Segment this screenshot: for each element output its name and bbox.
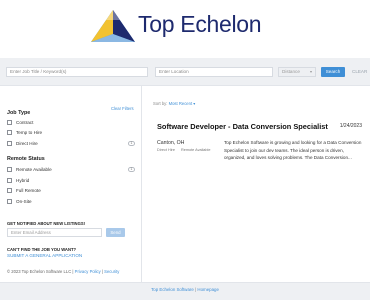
- clear-button[interactable]: CLEAR: [352, 67, 367, 77]
- job-tag: Remote Available: [181, 148, 211, 152]
- remote-status-heading: Remote Status: [7, 156, 45, 162]
- submit-general-application-link[interactable]: SUBMIT A GENERAL APPLICATION: [7, 253, 82, 258]
- job-title-link[interactable]: Software Developer - Data Conversion Spe…: [157, 122, 328, 131]
- top-echelon-logo-icon[interactable]: [88, 8, 138, 46]
- copyright: © 2023 Top Echelon Software LLC | Privac…: [7, 269, 119, 274]
- brand-name[interactable]: Top Echelon: [138, 11, 262, 38]
- footer-company-link[interactable]: Top Echelon Software: [151, 287, 194, 292]
- search-button[interactable]: Search: [321, 67, 345, 77]
- site-header: Top Echelon: [0, 0, 370, 58]
- site-footer: Top Echelon Software | Homepage: [0, 282, 370, 300]
- sort-value: Most Recent: [168, 101, 193, 106]
- filter-sidebar: Clear Filters Job Type Contract Temp to …: [0, 86, 142, 282]
- distance-select[interactable]: Distance ▾: [278, 67, 316, 77]
- checkbox[interactable]: [7, 188, 12, 193]
- filter-hybrid[interactable]: Hybrid: [7, 177, 135, 185]
- cant-find-heading: CAN'T FIND THE JOB YOU WANT?: [7, 247, 77, 252]
- keyword-search-input[interactable]: Enter Job Title / Keyword(s): [6, 67, 148, 77]
- filter-label: Direct Hire: [16, 141, 38, 146]
- job-description: Top Echelon Software is growing and look…: [224, 140, 362, 161]
- distance-label: Distance: [282, 69, 300, 74]
- send-button[interactable]: Send: [106, 228, 125, 237]
- email-input[interactable]: Enter Email Address: [7, 228, 102, 237]
- filter-label: Remote Available: [16, 167, 52, 172]
- chevron-down-icon: ▾: [309, 69, 312, 74]
- checkbox[interactable]: [7, 120, 12, 125]
- sort-select[interactable]: Most Recent ▾: [169, 101, 196, 106]
- footer-homepage-link[interactable]: Homepage: [197, 287, 218, 292]
- search-bar: Enter Job Title / Keyword(s) Enter Locat…: [0, 58, 370, 86]
- copyright-separator: |: [101, 269, 103, 274]
- chevron-down-icon: ▾: [193, 101, 196, 106]
- filter-label: Hybrid: [16, 178, 30, 183]
- filter-label: Full Remote: [16, 188, 41, 193]
- privacy-policy-link[interactable]: Privacy Policy: [75, 269, 101, 274]
- clear-filters-link[interactable]: Clear Filters: [111, 106, 134, 111]
- filter-direct-hire[interactable]: Direct Hire 1: [7, 140, 135, 148]
- job-location: Canton, OH: [157, 140, 185, 146]
- filter-temp-to-hire[interactable]: Temp to Hire: [7, 129, 135, 137]
- job-date: 1/24/2023: [339, 123, 362, 129]
- copyright-text: © 2023 Top Echelon Software LLC |: [7, 269, 74, 274]
- checkbox[interactable]: [7, 167, 12, 172]
- filter-full-remote[interactable]: Full Remote: [7, 187, 135, 195]
- job-tag: Direct Hire: [157, 148, 175, 152]
- filter-count-badge: 1: [128, 141, 135, 146]
- filter-on-site[interactable]: On-Site: [7, 198, 135, 206]
- job-results: Sort by: Most Recent ▾ Software Develope…: [143, 86, 370, 282]
- filter-contract[interactable]: Contract: [7, 119, 135, 127]
- job-type-heading: Job Type: [7, 110, 31, 116]
- job-listing: Software Developer - Data Conversion Spe…: [157, 122, 362, 172]
- checkbox[interactable]: [7, 199, 12, 204]
- notify-heading: GET NOTIFIED ABOUT NEW LISTINGS!: [7, 221, 86, 226]
- filter-count-badge: 1: [128, 167, 135, 172]
- filter-remote-available[interactable]: Remote Available 1: [7, 166, 135, 174]
- security-link[interactable]: Security: [104, 269, 119, 274]
- filter-label: Temp to Hire: [16, 130, 43, 135]
- checkbox[interactable]: [7, 178, 12, 183]
- sort-label: Sort by:: [153, 101, 168, 106]
- filter-label: On-Site: [16, 199, 32, 204]
- checkbox[interactable]: [7, 130, 12, 135]
- job-tags: Direct Hire Remote Available: [157, 148, 215, 152]
- sort-control: Sort by: Most Recent ▾: [153, 101, 195, 106]
- location-input[interactable]: Enter Location: [155, 67, 273, 77]
- filter-label: Contract: [16, 120, 34, 125]
- checkbox[interactable]: [7, 141, 12, 146]
